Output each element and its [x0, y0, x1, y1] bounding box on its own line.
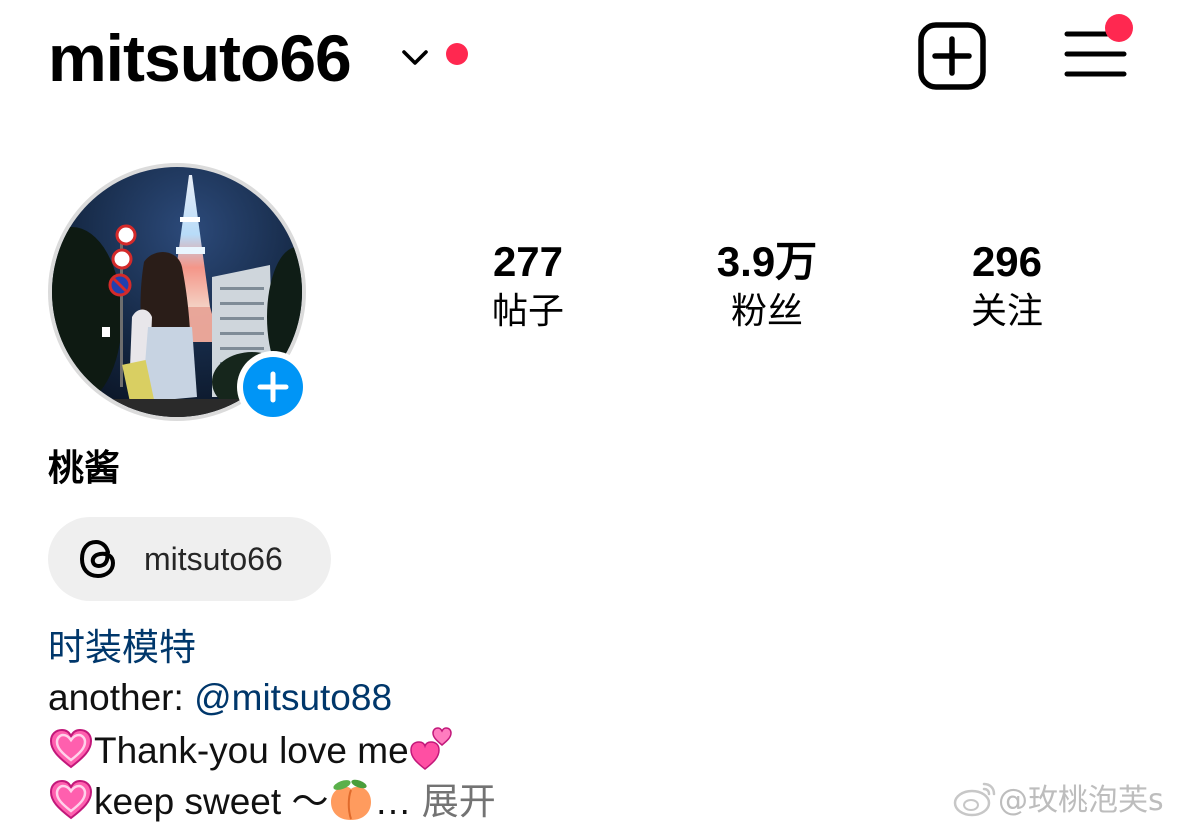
stat-following-label: 关注: [970, 291, 1043, 332]
stat-posts-label: 帖子: [491, 291, 564, 332]
stat-followers-label: 粉丝: [730, 291, 803, 332]
display-name: 桃酱: [48, 448, 121, 489]
account-notification-dot: [446, 43, 468, 65]
stat-posts[interactable]: 277 帖子: [428, 236, 628, 336]
threads-icon: [79, 539, 116, 579]
profile-header: mitsuto66: [0, 0, 1179, 120]
stat-followers-value: 3.9万: [716, 238, 818, 285]
bio-another-prefix: another:: [48, 677, 195, 718]
stat-following-value: 296: [971, 238, 1043, 285]
bio-thanks-text: Thank-you love me: [94, 730, 409, 771]
bio-mention-link[interactable]: @mitsuto88: [194, 677, 392, 718]
stat-following[interactable]: 296 关注: [907, 236, 1107, 336]
watermark-text: @玫桃泡芙s: [998, 783, 1164, 818]
peach-icon: [331, 779, 372, 820]
weibo-icon: [953, 782, 996, 817]
plus-icon: [257, 371, 289, 403]
bio-line-thanks: Thank-you love me: [48, 727, 455, 775]
menu-notification-dot: [1105, 14, 1133, 42]
chevron-down-icon[interactable]: [398, 40, 432, 74]
bio-more-link[interactable]: 展开: [422, 780, 496, 823]
username-title[interactable]: mitsuto66: [48, 18, 352, 98]
threads-handle: mitsuto66: [144, 541, 283, 577]
pink-heart-icon: [49, 779, 93, 820]
hamburger-menu-icon[interactable]: [1058, 14, 1148, 94]
threads-badge[interactable]: mitsuto66: [48, 517, 331, 601]
bio-sweet-text: keep sweet ～: [94, 781, 329, 822]
bio-line-another: another: @mitsuto88: [48, 674, 392, 722]
profile-category[interactable]: 时装模特: [48, 624, 196, 672]
bio-ellipsis: …: [374, 781, 412, 822]
stat-posts-value: 277: [492, 238, 564, 285]
add-story-button[interactable]: [237, 351, 309, 423]
plus-square-icon[interactable]: [916, 20, 988, 92]
stat-followers[interactable]: 3.9万 粉丝: [667, 236, 867, 336]
pink-heart-icon: [49, 728, 93, 769]
two-hearts-icon: [409, 727, 452, 770]
bio-line-sweet: keep sweet ～ … 展开: [48, 778, 496, 826]
watermark: @玫桃泡芙s: [952, 778, 1164, 823]
